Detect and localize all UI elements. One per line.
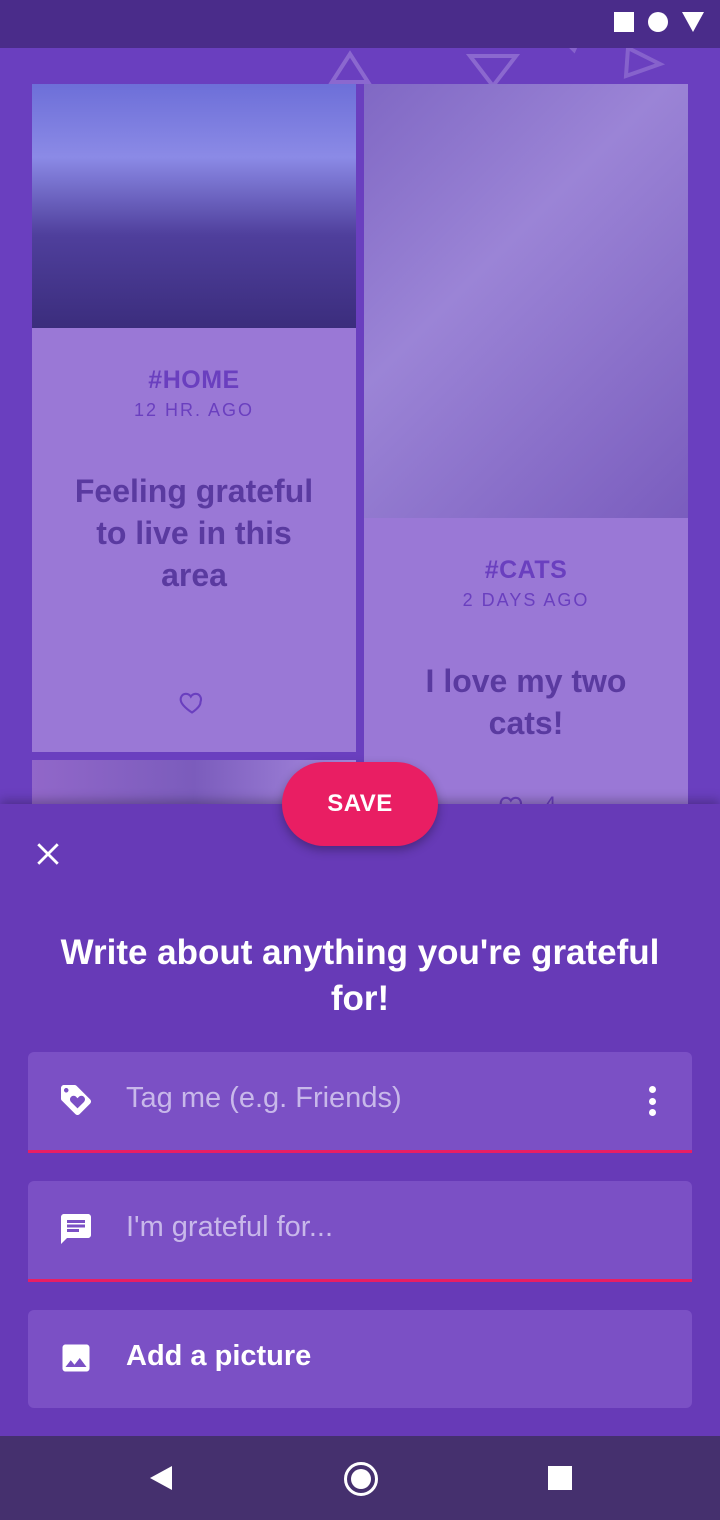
- close-button[interactable]: [30, 836, 66, 872]
- navigation-bar: [0, 1436, 720, 1520]
- sheet-title: Write about anything you're grateful for…: [60, 933, 660, 1018]
- post-tag: #CATS: [484, 556, 568, 584]
- trees-sky-photo: [32, 84, 356, 328]
- status-icons: [614, 12, 704, 32]
- post-tag: #HOME: [148, 366, 240, 394]
- gratitude-feed[interactable]: #HOME 12 HR. AGO Feeling grateful to liv…: [0, 48, 720, 804]
- tag-input[interactable]: Tag me (e.g. Friends): [28, 1052, 692, 1153]
- image-icon: [62, 1344, 90, 1372]
- circle-status-icon: [648, 12, 668, 32]
- post-text: I love my two cats!: [425, 663, 627, 741]
- more-options-icon[interactable]: [646, 1086, 658, 1116]
- heart-icon[interactable]: [496, 792, 528, 804]
- home-icon[interactable]: [344, 1462, 378, 1496]
- grateful-placeholder: I'm grateful for...: [126, 1211, 334, 1243]
- recents-icon[interactable]: [548, 1466, 572, 1490]
- tag-heart-icon: [61, 1085, 91, 1115]
- status-bar: [0, 0, 720, 48]
- two-cats-photo: [364, 84, 688, 518]
- post-time: 2 DAYS AGO: [462, 590, 590, 610]
- close-icon: [37, 843, 59, 865]
- tag-placeholder: Tag me (e.g. Friends): [126, 1082, 402, 1114]
- post-text: Feeling grateful to live in this area: [74, 473, 314, 593]
- add-picture-label: Add a picture: [126, 1340, 312, 1372]
- save-button[interactable]: SAVE: [282, 762, 438, 846]
- post-card-cats[interactable]: #CATS 2 DAYS AGO I love my two cats! 4: [364, 84, 688, 804]
- grateful-input[interactable]: I'm grateful for...: [28, 1181, 692, 1282]
- heart-icon[interactable]: [176, 688, 208, 716]
- back-icon[interactable]: [150, 1466, 172, 1490]
- like-count: 4: [544, 792, 556, 804]
- triangle-status-icon: [682, 12, 704, 32]
- square-status-icon: [614, 12, 634, 32]
- message-icon: [61, 1214, 91, 1244]
- post-card-home[interactable]: #HOME 12 HR. AGO Feeling grateful to liv…: [32, 84, 356, 752]
- new-post-sheet: Write about anything you're grateful for…: [0, 804, 720, 1436]
- post-time: 12 HR. AGO: [133, 400, 255, 420]
- add-picture-button[interactable]: Add a picture: [28, 1310, 692, 1408]
